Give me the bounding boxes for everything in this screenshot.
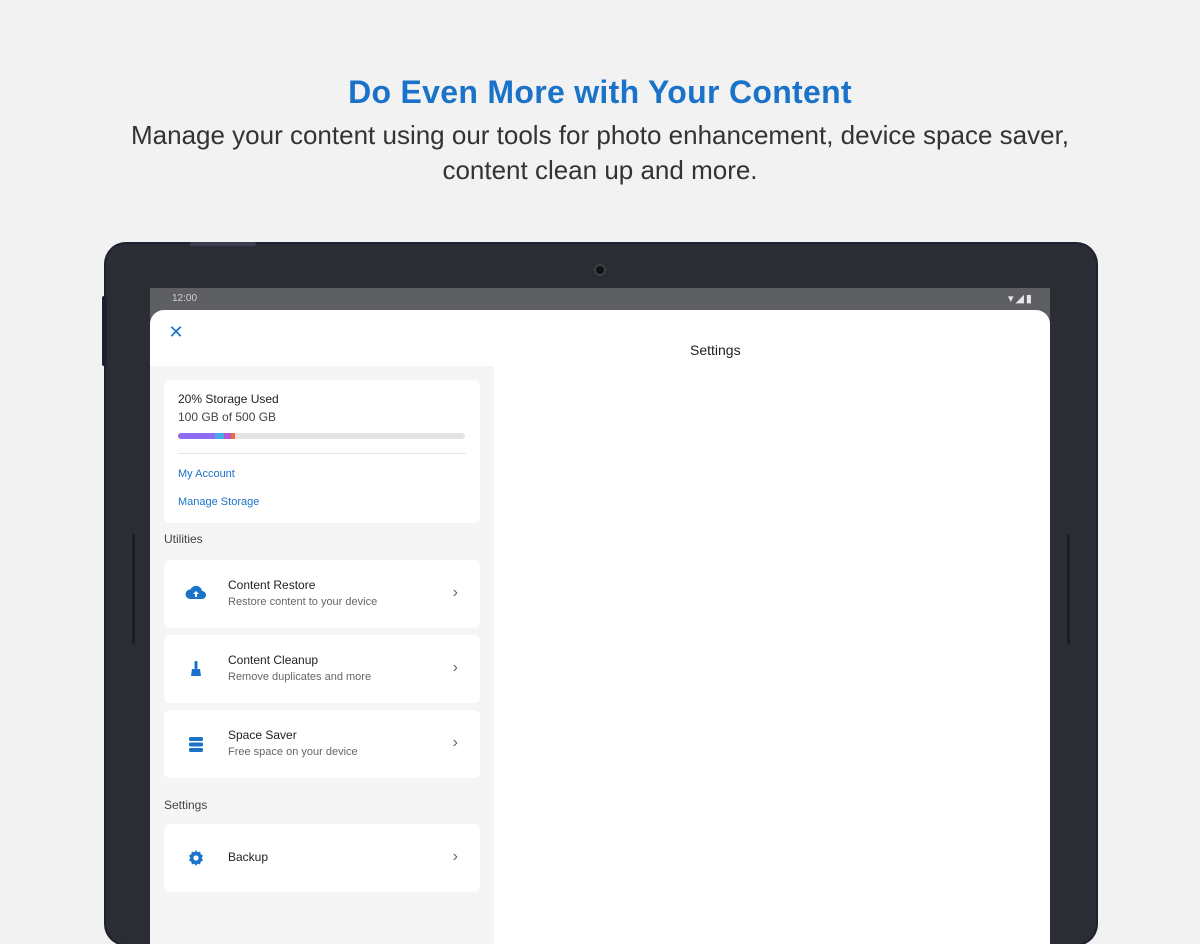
promo-subtitle: Manage your content using our tools for … xyxy=(130,120,1070,185)
item-title: Content Restore xyxy=(228,578,316,592)
status-bar: 12:00 ▾◢▮ xyxy=(150,288,1050,310)
chevron-right-icon: › xyxy=(452,584,458,601)
chevron-right-icon: › xyxy=(452,659,458,676)
item-title: Backup xyxy=(228,850,269,864)
item-description: Restore content to your device xyxy=(228,596,378,608)
tablet-screen: 12:00 ▾◢▮ ✕ Settings 20% Storage Used 10… xyxy=(150,288,1050,944)
storage-segment xyxy=(223,433,232,439)
volume-button xyxy=(102,296,107,366)
item-description: Free space on your device xyxy=(228,746,358,758)
close-icon: ✕ xyxy=(168,322,184,342)
storage-segment xyxy=(215,433,224,439)
promo-title: Do Even More with Your Content xyxy=(348,74,852,110)
item-title: Content Cleanup xyxy=(228,653,319,667)
cloud-restore-icon xyxy=(184,582,208,606)
storage-used-label: 20% Storage Used xyxy=(178,392,279,406)
status-time: 12:00 xyxy=(172,293,198,304)
left-pane: 20% Storage Used 100 GB of 500 GB My Acc… xyxy=(150,366,494,944)
chevron-right-icon: › xyxy=(452,848,458,865)
storage-size-label: 100 GB of 500 GB xyxy=(178,410,277,424)
gear-icon xyxy=(184,846,208,870)
chevron-right-icon: › xyxy=(452,734,458,751)
divider xyxy=(178,453,466,454)
storage-card: 20% Storage Used 100 GB of 500 GB My Acc… xyxy=(164,380,480,523)
front-camera xyxy=(596,266,604,274)
power-button xyxy=(190,242,256,246)
storage-stack-icon xyxy=(184,732,208,756)
item-description: Remove duplicates and more xyxy=(228,671,372,683)
backup-item[interactable]: Backup › xyxy=(164,824,480,892)
brush-icon xyxy=(184,657,208,681)
settings-sheet: ✕ Settings 20% Storage Used 100 GB of 50… xyxy=(150,310,1050,944)
storage-segment xyxy=(231,433,236,439)
tablet-frame: 12:00 ▾◢▮ ✕ Settings 20% Storage Used 10… xyxy=(102,242,1096,944)
settings-title: Settings xyxy=(690,342,741,358)
my-account-link[interactable]: My Account xyxy=(178,468,235,480)
storage-progress-bar xyxy=(178,433,465,439)
close-button[interactable]: ✕ xyxy=(164,320,188,344)
item-title: Space Saver xyxy=(228,728,297,742)
status-icons: ▾◢▮ xyxy=(1007,293,1034,305)
side-grip xyxy=(1067,534,1070,644)
storage-segment xyxy=(178,433,216,439)
manage-storage-link[interactable]: Manage Storage xyxy=(178,496,259,508)
utilities-section-label: Utilities xyxy=(164,532,203,546)
content-restore-item[interactable]: Content Restore Restore content to your … xyxy=(164,560,480,628)
side-grip xyxy=(132,534,135,644)
settings-section-label: Settings xyxy=(164,798,208,812)
space-saver-item[interactable]: Space Saver Free space on your device › xyxy=(164,710,480,778)
content-cleanup-item[interactable]: Content Cleanup Remove duplicates and mo… xyxy=(164,635,480,703)
